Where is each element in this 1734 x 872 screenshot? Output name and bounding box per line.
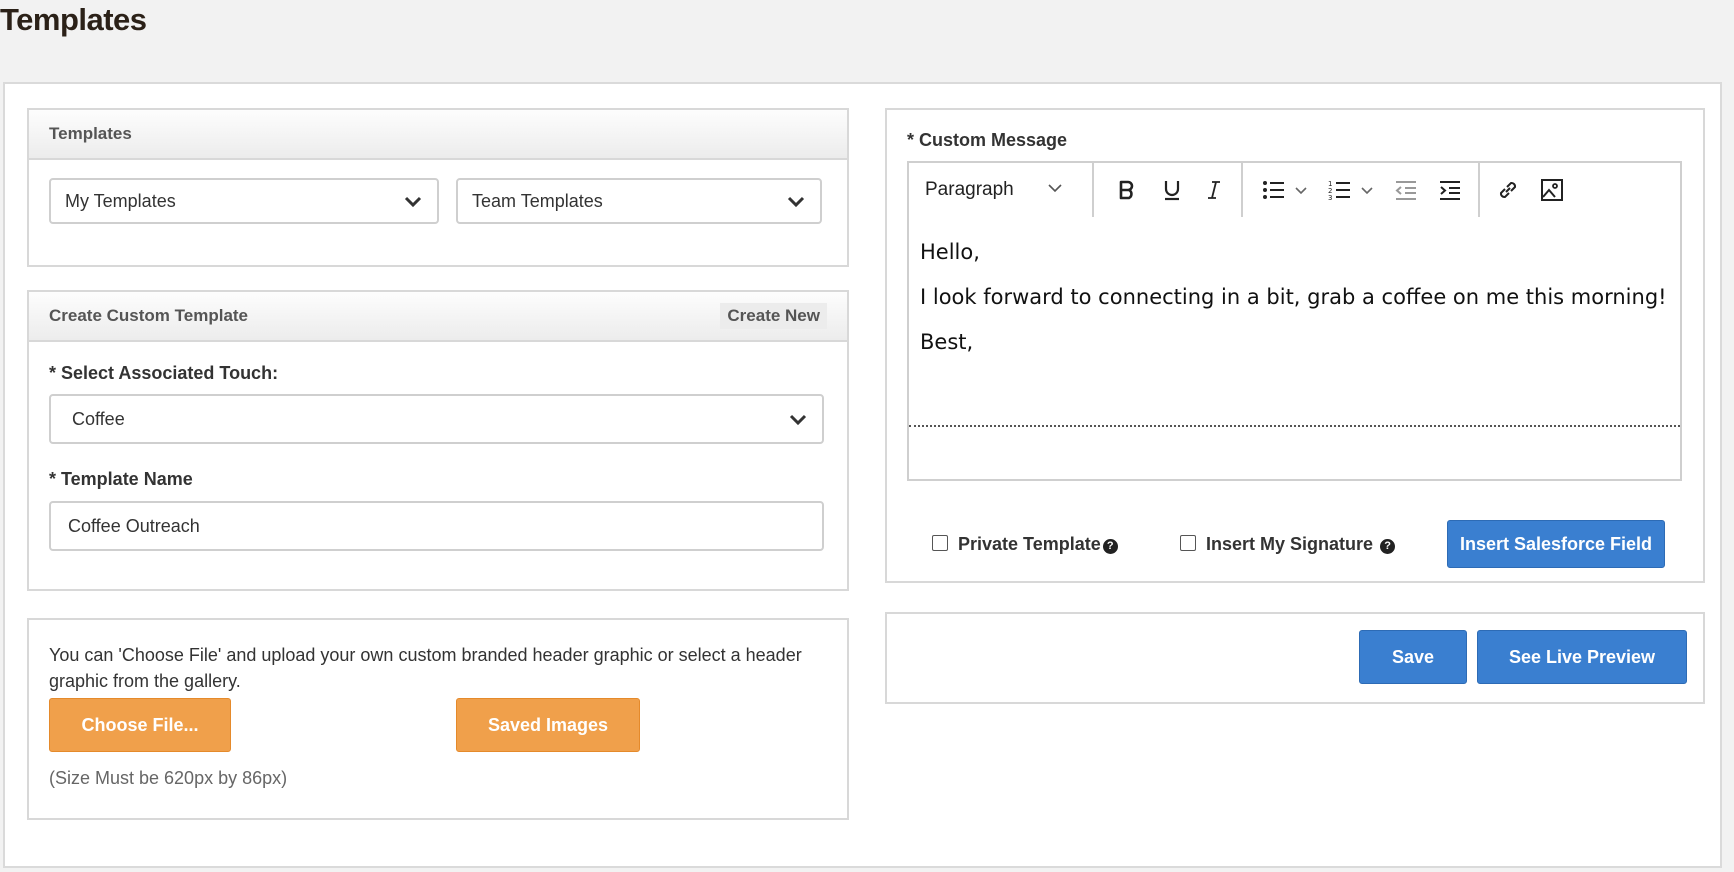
- insert-salesforce-field-button[interactable]: Insert Salesforce Field: [1447, 520, 1665, 568]
- private-template-text: Private Template: [958, 534, 1101, 554]
- templates-panel-header: Templates: [29, 110, 847, 160]
- underline-icon: [1164, 181, 1180, 201]
- italic-button[interactable]: [1199, 175, 1229, 205]
- team-templates-label: Team Templates: [472, 190, 603, 211]
- bullet-list-icon: [1263, 181, 1284, 199]
- my-templates-select[interactable]: My Templates: [49, 178, 439, 224]
- image-icon: [1541, 179, 1563, 201]
- custom-message-panel: * Custom Message Paragraph 1 2 3 Hello, …: [885, 108, 1705, 583]
- bold-button[interactable]: [1112, 175, 1142, 205]
- actions-panel: Save See Live Preview: [885, 612, 1705, 704]
- chevron-down-icon: [404, 196, 422, 208]
- chevron-down-icon: [1048, 184, 1062, 193]
- template-name-value: Coffee Outreach: [68, 515, 200, 536]
- editor-toolbar: Paragraph 123: [909, 163, 1680, 221]
- saved-images-button[interactable]: Saved Images: [456, 698, 640, 752]
- message-line: I look forward to connecting in a bit, g…: [920, 285, 1667, 309]
- toolbar-separator: [1478, 163, 1480, 217]
- link-icon: [1499, 181, 1517, 199]
- page-title: Templates: [0, 2, 147, 37]
- indent-button[interactable]: [1435, 175, 1465, 205]
- create-new-button[interactable]: Create New: [720, 303, 827, 329]
- size-note: (Size Must be 620px by 86px): [49, 768, 288, 788]
- editor-content[interactable]: Hello, I look forward to connecting in a…: [920, 239, 1667, 374]
- save-button[interactable]: Save: [1359, 630, 1467, 684]
- help-icon[interactable]: ?: [1102, 538, 1118, 554]
- rich-text-editor: Paragraph 123 Hello, I look forward to c…: [907, 161, 1682, 481]
- touch-label: * Select Associated Touch:: [49, 363, 279, 383]
- chevron-down-icon: [789, 414, 807, 426]
- templates-panel: Templates My Templates Team Templates: [27, 108, 849, 267]
- bullet-list-button[interactable]: [1259, 175, 1289, 205]
- paragraph-format-value: Paragraph: [925, 179, 1014, 200]
- insert-signature-label: Insert My Signature ?: [1206, 534, 1396, 555]
- bold-icon: [1119, 180, 1134, 200]
- numbered-list-icon: 123: [1328, 180, 1350, 201]
- help-icon[interactable]: ?: [1380, 538, 1396, 554]
- numbered-list-button[interactable]: 123: [1325, 175, 1355, 205]
- editor-resize-divider: [909, 425, 1680, 427]
- outdent-button[interactable]: [1391, 175, 1421, 205]
- toolbar-separator: [1241, 163, 1243, 217]
- insert-signature-checkbox[interactable]: [1180, 535, 1196, 551]
- choose-file-button[interactable]: Choose File...: [49, 698, 231, 752]
- toolbar-separator: [1092, 163, 1094, 217]
- create-template-panel: Create Custom Template Create New * Sele…: [27, 290, 849, 591]
- message-line: Best,: [920, 330, 974, 354]
- templates-panel-title: Templates: [49, 124, 132, 143]
- main-frame: Templates My Templates Team Templates Cr…: [3, 82, 1722, 868]
- insert-signature-text: Insert My Signature: [1206, 534, 1374, 554]
- underline-button[interactable]: [1157, 175, 1187, 205]
- paragraph-format-select[interactable]: Paragraph: [925, 179, 1063, 201]
- svg-text:3: 3: [1328, 194, 1332, 201]
- link-button[interactable]: [1493, 175, 1523, 205]
- chevron-down-icon: [787, 196, 805, 208]
- indent-icon: [1440, 181, 1460, 200]
- italic-icon: [1208, 181, 1220, 199]
- touch-select-value: Coffee: [72, 408, 125, 429]
- chevron-down-icon[interactable]: [1360, 184, 1374, 198]
- message-line: Hello,: [920, 240, 980, 264]
- chevron-down-icon[interactable]: [1294, 184, 1308, 198]
- create-template-header: Create Custom Template Create New: [29, 292, 847, 342]
- private-template-label: Private Template?: [958, 534, 1118, 555]
- private-template-checkbox[interactable]: [932, 535, 948, 551]
- header-graphic-panel: You can 'Choose File' and upload your ow…: [27, 618, 849, 820]
- template-name-label: * Template Name: [49, 469, 193, 489]
- upload-help-text: You can 'Choose File' and upload your ow…: [49, 645, 802, 691]
- my-templates-label: My Templates: [65, 190, 176, 211]
- image-button[interactable]: [1537, 175, 1567, 205]
- outdent-icon: [1395, 181, 1416, 200]
- create-template-title: Create Custom Template: [49, 306, 249, 325]
- touch-select[interactable]: Coffee: [49, 394, 824, 444]
- live-preview-button[interactable]: See Live Preview: [1477, 630, 1687, 684]
- template-name-input[interactable]: Coffee Outreach: [49, 501, 824, 551]
- custom-message-label: * Custom Message: [907, 130, 1068, 150]
- team-templates-select[interactable]: Team Templates: [456, 178, 822, 224]
